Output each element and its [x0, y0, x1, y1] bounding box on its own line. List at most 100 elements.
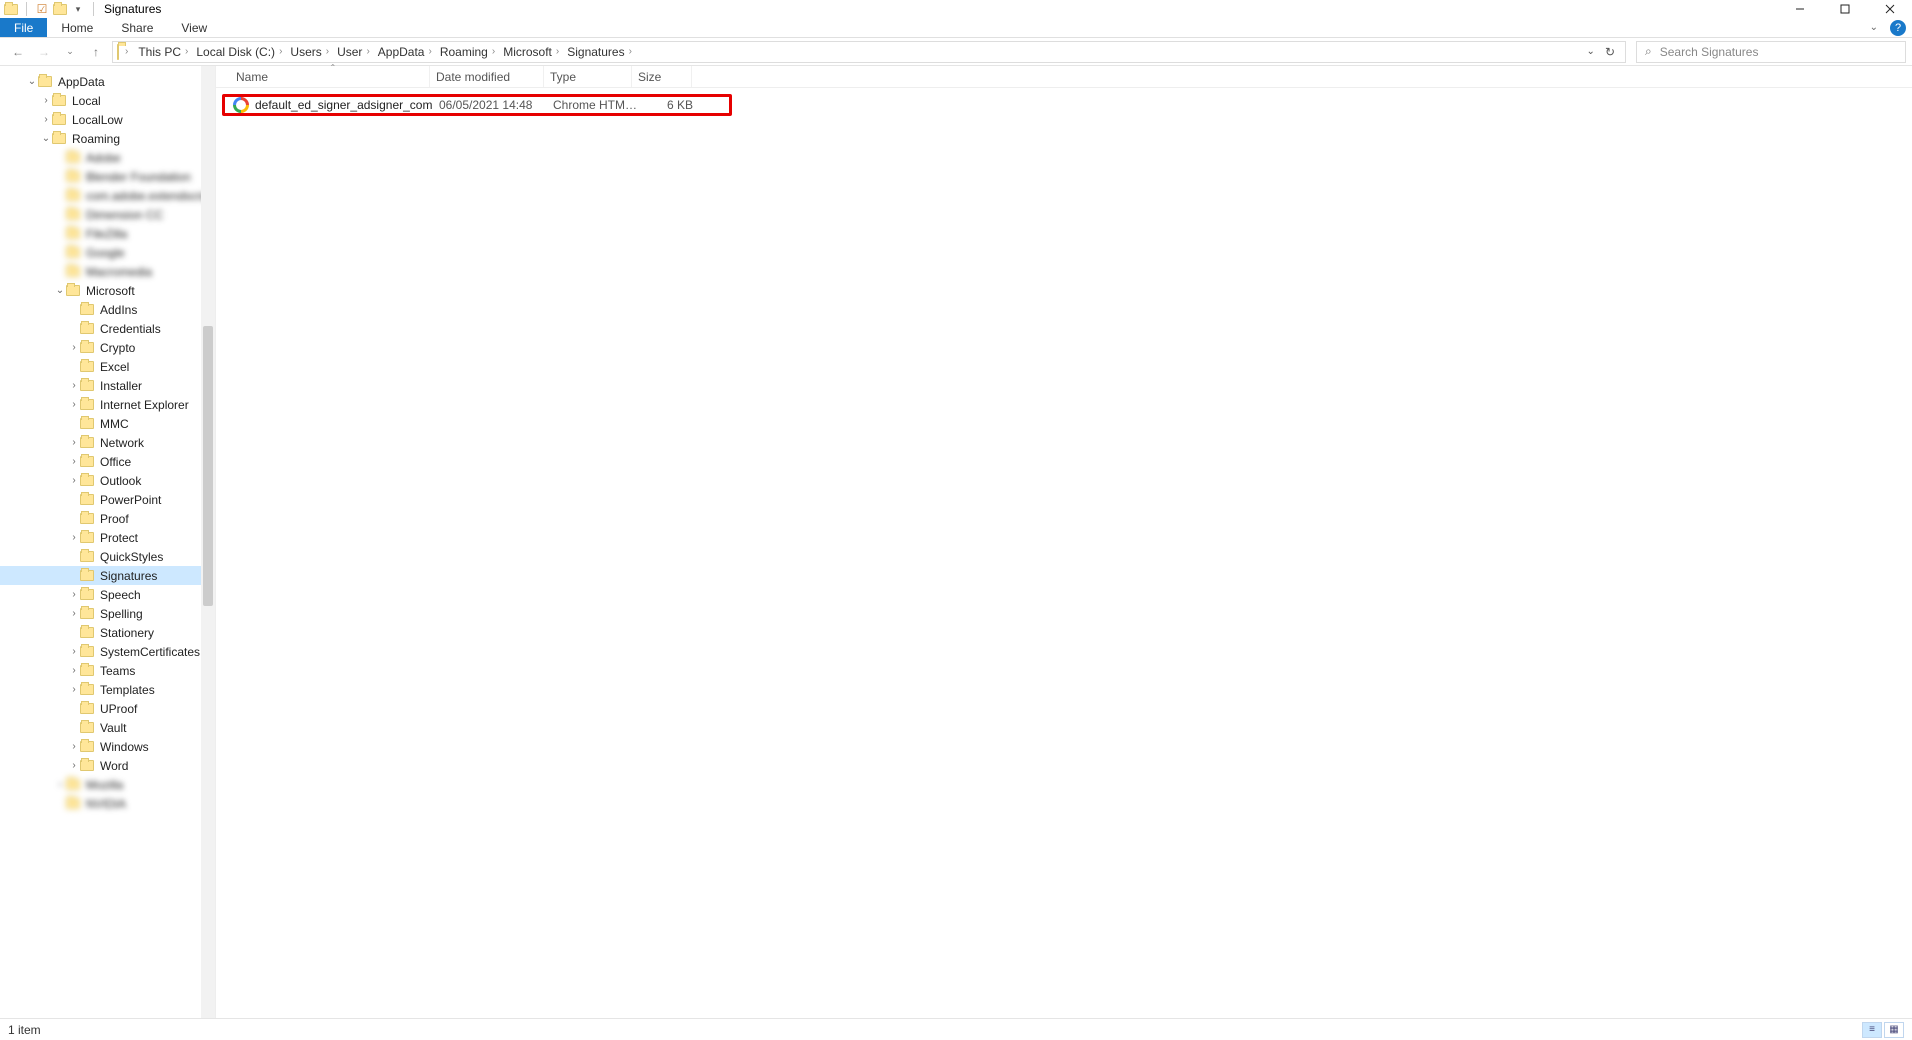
address-bar[interactable]: › This PC›Local Disk (C:)›Users›User›App… [112, 41, 1626, 63]
tab-file[interactable]: File [0, 18, 47, 37]
ribbon-expand-icon[interactable]: ⌄ [1870, 22, 1878, 33]
tree-item[interactable]: Vault [0, 718, 215, 737]
column-size[interactable]: Size [632, 66, 692, 87]
tree-item[interactable]: AddIns [0, 300, 215, 319]
tree-item[interactable]: ›Office [0, 452, 215, 471]
breadcrumb-item[interactable]: User› [333, 45, 374, 59]
crumb-sep[interactable]: › [121, 46, 132, 57]
twisty-icon[interactable]: › [68, 608, 80, 619]
tree-item[interactable]: Signatures [0, 566, 215, 585]
tab-home[interactable]: Home [47, 18, 107, 37]
twisty-icon[interactable]: ⌄ [40, 133, 52, 144]
up-button[interactable]: ↑ [88, 44, 104, 60]
breadcrumb-item[interactable]: Roaming› [436, 45, 499, 59]
scrollbar-thumb[interactable] [203, 326, 213, 606]
breadcrumb-item[interactable]: This PC› [134, 45, 192, 59]
twisty-icon[interactable]: › [68, 741, 80, 752]
column-name[interactable]: Name ⌃ [230, 66, 430, 87]
twisty-icon[interactable]: ⌄ [54, 285, 66, 296]
tree-item[interactable]: MMC [0, 414, 215, 433]
twisty-icon[interactable]: › [40, 95, 52, 106]
back-button[interactable]: ← [10, 44, 26, 60]
qat-customize-icon[interactable]: ▾ [71, 2, 85, 16]
tree-item[interactable]: Credentials [0, 319, 215, 338]
tree-item[interactable]: ›Templates [0, 680, 215, 699]
tree-item[interactable]: ›Mozilla [0, 775, 215, 794]
twisty-icon[interactable]: › [68, 380, 80, 391]
column-type[interactable]: Type [544, 66, 632, 87]
twisty-icon[interactable]: › [68, 342, 80, 353]
tree-item[interactable]: NVIDIA [0, 794, 215, 813]
tree-item[interactable]: ⌄AppData [0, 72, 215, 91]
twisty-icon[interactable]: › [68, 684, 80, 695]
tab-share[interactable]: Share [107, 18, 167, 37]
tree-item[interactable]: ›Speech [0, 585, 215, 604]
tree-item[interactable]: FileZilla [0, 224, 215, 243]
twisty-icon[interactable]: › [68, 665, 80, 676]
refresh-icon[interactable]: ↻ [1605, 45, 1615, 59]
twisty-icon[interactable]: › [68, 399, 80, 410]
tree-item[interactable]: ›LocalLow [0, 110, 215, 129]
twisty-icon[interactable]: › [68, 437, 80, 448]
tree-item[interactable]: ›Spelling [0, 604, 215, 623]
tree-item[interactable]: ›Windows [0, 737, 215, 756]
tree-item[interactable]: ›Installer [0, 376, 215, 395]
breadcrumb-item[interactable]: Microsoft› [499, 45, 563, 59]
tree-item[interactable]: ›Outlook [0, 471, 215, 490]
tree-item[interactable]: ⌄Microsoft [0, 281, 215, 300]
tree-item[interactable]: ›Internet Explorer [0, 395, 215, 414]
twisty-icon[interactable]: › [68, 589, 80, 600]
tree-item-label: Teams [100, 664, 135, 678]
tree-item[interactable]: ›Local [0, 91, 215, 110]
tree-item[interactable]: ›Word [0, 756, 215, 775]
new-folder-icon[interactable] [53, 2, 67, 16]
twisty-icon[interactable]: › [68, 646, 80, 657]
twisty-icon[interactable]: › [40, 114, 52, 125]
tree-scrollbar[interactable] [201, 66, 215, 1018]
tree-item[interactable]: com.adobe.extendscript [0, 186, 215, 205]
breadcrumb-item[interactable]: Local Disk (C:)› [192, 45, 286, 59]
tree-item[interactable]: Proof [0, 509, 215, 528]
tree-item[interactable]: QuickStyles [0, 547, 215, 566]
tree-item[interactable]: Google [0, 243, 215, 262]
twisty-icon[interactable]: › [54, 779, 66, 790]
tree-item[interactable]: ›Network [0, 433, 215, 452]
twisty-icon[interactable]: › [68, 532, 80, 543]
tree-item[interactable]: Macromedia [0, 262, 215, 281]
minimize-button[interactable] [1777, 0, 1822, 18]
properties-icon[interactable]: ☑ [35, 2, 49, 16]
tree-item[interactable]: Adobe [0, 148, 215, 167]
file-row[interactable]: default_ed_signer_adsigner_com06/05/2021… [222, 94, 732, 116]
tree-item[interactable]: ›Crypto [0, 338, 215, 357]
tree-item[interactable]: ›Protect [0, 528, 215, 547]
close-button[interactable] [1867, 0, 1912, 18]
twisty-icon[interactable]: › [68, 456, 80, 467]
breadcrumb-item[interactable]: Signatures› [563, 45, 636, 59]
help-icon[interactable]: ? [1890, 20, 1906, 36]
twisty-icon[interactable]: ⌄ [26, 76, 38, 87]
twisty-icon[interactable]: › [68, 475, 80, 486]
tree-item[interactable]: Dimension CC [0, 205, 215, 224]
maximize-button[interactable] [1822, 0, 1867, 18]
details-view-button[interactable]: ≡ [1862, 1022, 1882, 1038]
breadcrumb-label: AppData [378, 45, 425, 59]
icons-view-button[interactable]: ▦ [1884, 1022, 1904, 1038]
tree-item[interactable]: ⌄Roaming [0, 129, 215, 148]
tree-item[interactable]: UProof [0, 699, 215, 718]
tree-item-label: PowerPoint [100, 493, 161, 507]
tree-item[interactable]: Excel [0, 357, 215, 376]
tab-view[interactable]: View [167, 18, 221, 37]
recent-locations-icon[interactable]: ⌄ [62, 44, 78, 60]
tree-item[interactable]: Blender Foundation [0, 167, 215, 186]
tree-item[interactable]: PowerPoint [0, 490, 215, 509]
twisty-icon[interactable]: › [68, 760, 80, 771]
breadcrumb-item[interactable]: AppData› [374, 45, 436, 59]
tree-item[interactable]: › Teams [0, 661, 215, 680]
tree-item[interactable]: Stationery [0, 623, 215, 642]
search-box[interactable]: ⌕ Search Signatures [1636, 41, 1906, 63]
column-date[interactable]: Date modified [430, 66, 544, 87]
breadcrumb-item[interactable]: Users› [286, 45, 333, 59]
tree-item[interactable]: ›SystemCertificates [0, 642, 215, 661]
history-dropdown-icon[interactable]: ⌄ [1587, 46, 1595, 57]
forward-button[interactable]: → [36, 44, 52, 60]
